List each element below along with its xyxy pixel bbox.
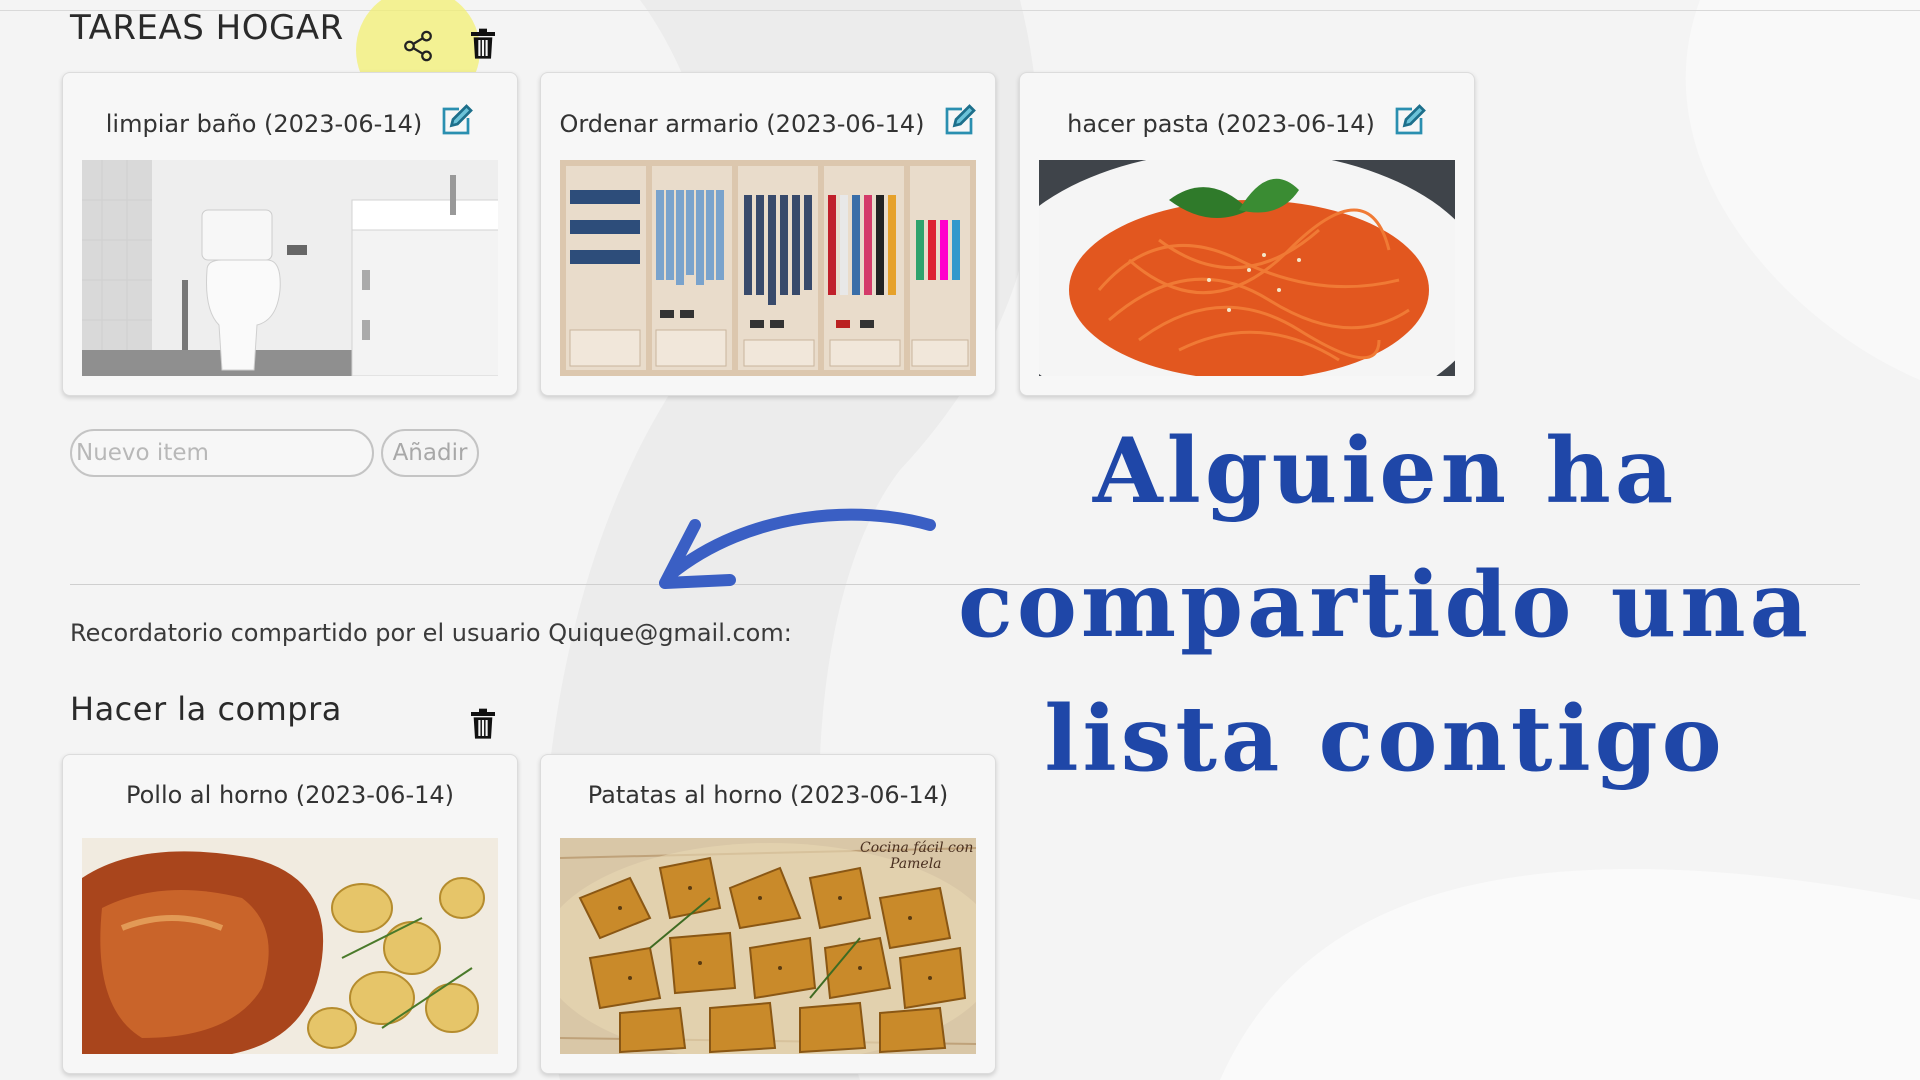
item-label: limpiar baño (2023-06-14) xyxy=(105,110,423,138)
wardrobe-photo xyxy=(560,160,976,376)
item-card[interactable]: limpiar baño (2023-06-14) xyxy=(62,72,518,396)
trash-icon[interactable] xyxy=(463,704,503,744)
edit-pencil-icon[interactable] xyxy=(438,103,474,145)
edit-pencil-icon[interactable] xyxy=(1391,103,1427,145)
add-item-button[interactable]: Añadir xyxy=(381,429,479,477)
pasta-photo xyxy=(1039,160,1455,376)
item-card[interactable]: Ordenar armario (2023-06-14) xyxy=(540,72,996,396)
overlay-message: Alguien ha compartido una lista contigo xyxy=(880,404,1890,806)
watermark-line-2: Pamela xyxy=(889,856,942,872)
item-label: Pollo al horno (2023-06-14) xyxy=(125,781,455,809)
item-label: hacer pasta (2023-06-14) xyxy=(1067,110,1375,138)
item-card[interactable]: hacer pasta (2023-06-14) xyxy=(1019,72,1475,396)
overlay-line-1: Alguien ha xyxy=(1092,418,1678,524)
roast-potatoes-photo: Cocina fácil con Pamela xyxy=(560,838,976,1054)
roast-chicken-photo xyxy=(82,838,498,1054)
edit-pencil-icon[interactable] xyxy=(941,103,977,145)
bathroom-photo xyxy=(82,160,498,376)
overlay-line-3: lista contigo xyxy=(1044,686,1726,792)
item-label: Ordenar armario (2023-06-14) xyxy=(559,110,925,138)
shared-by-note: Recordatorio compartido por el usuario Q… xyxy=(70,619,792,647)
list-title-tareas-hogar: TAREAS HOGAR xyxy=(70,8,344,48)
trash-icon[interactable] xyxy=(463,24,503,64)
share-icon[interactable] xyxy=(398,26,438,66)
item-card[interactable]: Pollo al horno (2023-06-14) xyxy=(62,754,518,1074)
overlay-line-2: compartido una xyxy=(958,552,1812,658)
watermark-line-1: Cocina fácil con xyxy=(860,840,973,856)
new-item-input[interactable] xyxy=(70,429,374,477)
list-title-hacer-la-compra: Hacer la compra xyxy=(70,690,342,728)
